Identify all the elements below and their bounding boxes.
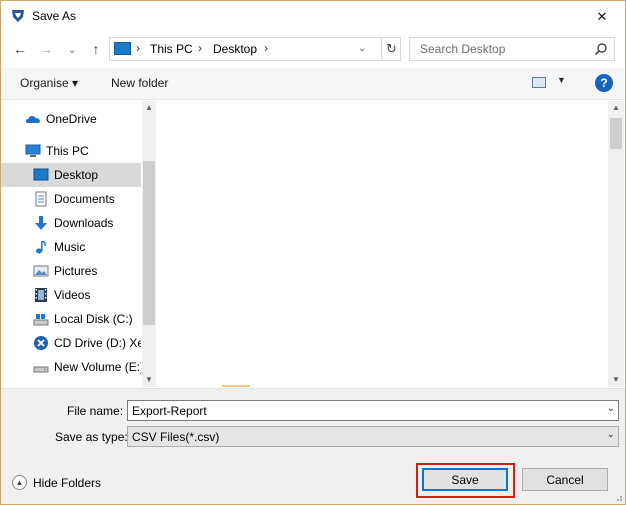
change-view-icon[interactable] bbox=[532, 77, 546, 88]
search-box[interactable] bbox=[409, 37, 615, 61]
new-folder-button[interactable]: New folder bbox=[111, 76, 168, 90]
back-arrow-icon[interactable]: ← bbox=[11, 40, 29, 58]
scroll-up-icon[interactable]: ▲ bbox=[612, 103, 620, 112]
breadcrumb-separator: › bbox=[136, 41, 140, 55]
breadcrumb-separator: › bbox=[264, 41, 268, 55]
recent-locations-icon[interactable]: ⌄ bbox=[63, 40, 81, 58]
address-dropdown-icon[interactable]: ⌄ bbox=[358, 43, 366, 54]
tree-item-pictures[interactable]: Pictures bbox=[1, 259, 141, 283]
pictures-icon bbox=[33, 265, 49, 277]
hide-folders-label: Hide Folders bbox=[33, 475, 102, 490]
chevron-up-icon: ▲ bbox=[12, 475, 27, 490]
up-arrow-icon[interactable]: ↑ bbox=[87, 40, 105, 58]
tree-item-label: Music bbox=[54, 240, 86, 254]
save-as-type-select[interactable]: CSV Files(*.csv) ⌄ bbox=[127, 426, 619, 447]
organise-menu[interactable]: Organise ▾ bbox=[20, 76, 78, 90]
save-as-type-label: Save as type: bbox=[55, 430, 128, 444]
tree-item-cd-drive[interactable]: CD Drive (D:) Xen bbox=[1, 331, 141, 355]
window-title: Save As bbox=[32, 9, 77, 23]
computer-icon bbox=[114, 42, 131, 55]
cd-drive-icon bbox=[34, 336, 48, 350]
scrollbar-thumb[interactable] bbox=[610, 118, 622, 149]
file-list-area[interactable] bbox=[160, 101, 624, 387]
scroll-down-icon[interactable]: ▼ bbox=[145, 375, 153, 384]
new-volume-icon bbox=[33, 366, 49, 373]
tree-item-label: Desktop bbox=[54, 168, 99, 182]
navigation-bar: ← → ⌄ ↑ › This PC › Desktop › ⌄ ↻ bbox=[1, 32, 625, 68]
partially-visible-item bbox=[222, 385, 250, 387]
tree-item-label: Pictures bbox=[54, 264, 98, 278]
videos-icon bbox=[35, 288, 47, 302]
tree-item-label: Downloads bbox=[54, 216, 114, 230]
breadcrumb-desktop[interactable]: Desktop bbox=[213, 42, 257, 56]
resize-grip-icon[interactable] bbox=[613, 492, 623, 502]
save-as-type-value: CSV Files(*.csv) bbox=[132, 430, 220, 444]
hide-folders-button[interactable]: ▲ Hide Folders bbox=[12, 475, 101, 490]
this-pc-icon bbox=[25, 144, 41, 157]
tree-item-new-volume[interactable]: New Volume (E:) bbox=[1, 355, 141, 379]
file-name-label: File name: bbox=[67, 404, 124, 418]
navigation-pane-scrollbar[interactable]: ▲ ▼ bbox=[142, 101, 156, 387]
tree-item-local-disk[interactable]: Local Disk (C:) bbox=[1, 307, 141, 331]
scroll-down-icon[interactable]: ▼ bbox=[612, 375, 620, 384]
tree-item-this-pc[interactable]: This PC bbox=[1, 139, 141, 163]
breadcrumb-this-pc[interactable]: This PC bbox=[150, 42, 193, 56]
onedrive-icon bbox=[26, 116, 40, 123]
file-name-combo[interactable]: ⌄ bbox=[127, 400, 619, 421]
desktop-icon bbox=[33, 168, 49, 181]
tree-item-desktop[interactable]: Desktop bbox=[1, 163, 141, 187]
local-disk-icon bbox=[33, 314, 49, 326]
tree-item-label: Documents bbox=[54, 192, 115, 206]
cancel-button[interactable]: Cancel bbox=[522, 468, 608, 491]
view-options-caret-icon[interactable]: ▼ bbox=[557, 75, 566, 85]
save-button[interactable]: Save bbox=[422, 468, 508, 491]
forward-arrow-icon[interactable]: → bbox=[37, 40, 55, 58]
breadcrumb-separator: › bbox=[198, 41, 202, 55]
documents-icon bbox=[35, 191, 47, 207]
search-input[interactable] bbox=[410, 38, 590, 60]
downloads-icon bbox=[35, 216, 47, 230]
app-icon bbox=[12, 10, 24, 22]
chevron-down-icon[interactable]: ⌄ bbox=[607, 429, 615, 440]
address-bar[interactable]: › This PC › Desktop › ⌄ ↻ bbox=[109, 37, 401, 61]
tree-item-label: Videos bbox=[54, 288, 91, 302]
tree-item-onedrive[interactable]: OneDrive bbox=[1, 107, 141, 131]
tree-item-documents[interactable]: Documents bbox=[1, 187, 141, 211]
tree-item-label: Local Disk (C:) bbox=[54, 312, 133, 326]
save-options-panel: File name: ⌄ Save as type: CSV Files(*.c… bbox=[1, 388, 625, 504]
tree-item-videos[interactable]: Videos bbox=[1, 283, 141, 307]
close-icon: ✕ bbox=[596, 8, 608, 24]
help-icon[interactable]: ? bbox=[595, 74, 613, 92]
tree-item-music[interactable]: Music bbox=[1, 235, 141, 259]
file-name-input[interactable] bbox=[128, 401, 598, 420]
navigation-pane: OneDrive This PC Desktop Documents Downl… bbox=[1, 101, 156, 387]
tree-item-label: This PC bbox=[46, 144, 89, 158]
scroll-up-icon[interactable]: ▲ bbox=[145, 103, 153, 112]
save-as-dialog: Save As ✕ ← → ⌄ ↑ › This PC › Desktop › … bbox=[0, 0, 626, 505]
tree-item-downloads[interactable]: Downloads bbox=[1, 211, 141, 235]
tree-item-label: CD Drive (D:) Xen bbox=[54, 336, 141, 350]
tree-item-label: OneDrive bbox=[46, 112, 97, 126]
music-icon bbox=[36, 240, 46, 254]
command-bar: Organise ▾ New folder ▼ ? bbox=[1, 68, 625, 100]
refresh-icon[interactable]: ↻ bbox=[381, 38, 401, 60]
chevron-down-icon[interactable]: ⌄ bbox=[607, 403, 615, 414]
file-list-scrollbar[interactable]: ▲ ▼ bbox=[608, 101, 624, 387]
search-icon[interactable] bbox=[594, 42, 608, 56]
title-bar: Save As ✕ bbox=[1, 1, 625, 32]
scrollbar-thumb[interactable] bbox=[143, 161, 155, 325]
tree-item-label: New Volume (E:) bbox=[54, 360, 141, 374]
close-button[interactable]: ✕ bbox=[579, 1, 625, 32]
